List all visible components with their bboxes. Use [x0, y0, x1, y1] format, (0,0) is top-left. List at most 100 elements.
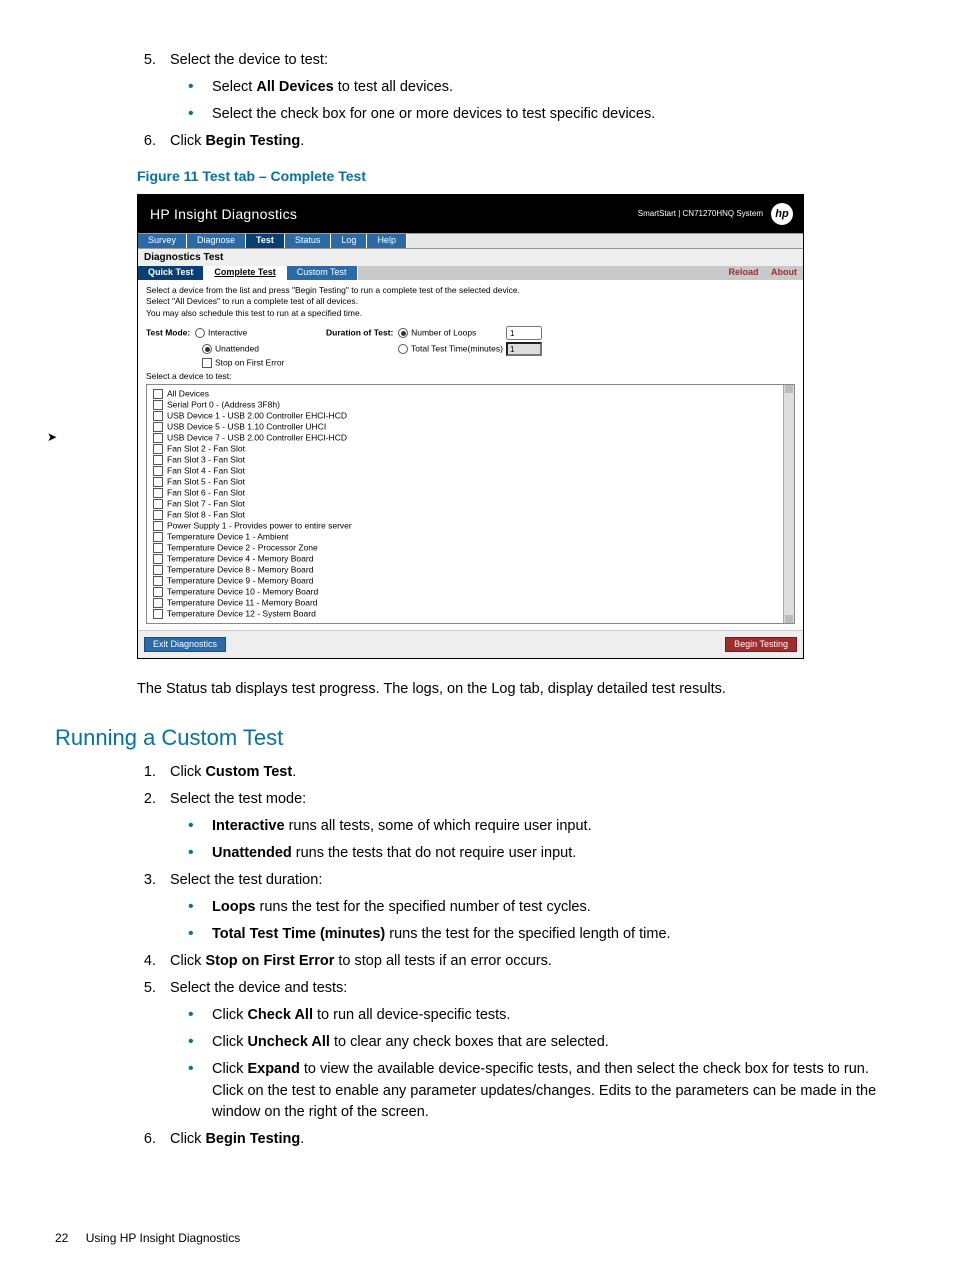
chk-stop[interactable]: [202, 358, 212, 368]
device-row[interactable]: Fan Slot 7 - Fan Slot: [153, 499, 791, 509]
device-checkbox[interactable]: [153, 532, 163, 542]
t: Unattended: [215, 343, 259, 353]
device-row[interactable]: Temperature Device 12 - System Board: [153, 609, 791, 619]
tab-survey[interactable]: Survey: [138, 234, 187, 248]
t: runs the test for the specified number o…: [256, 899, 591, 915]
c5-b2: Click Uncheck All to clear any check box…: [212, 1032, 899, 1053]
device-checkbox[interactable]: [153, 609, 163, 619]
radio-loops[interactable]: [398, 328, 408, 338]
t: Click: [170, 133, 205, 149]
device-checkbox[interactable]: [153, 521, 163, 531]
device-checkbox[interactable]: [153, 455, 163, 465]
after-figure-text: The Status tab displays test progress. T…: [137, 679, 899, 700]
t: Number of Loops: [411, 327, 476, 337]
t: Select: [212, 79, 256, 95]
figure-caption: Figure 11 Test tab – Complete Test: [137, 166, 899, 186]
device-row[interactable]: Fan Slot 5 - Fan Slot: [153, 477, 791, 487]
c-step-4: Click Stop on First Error to stop all te…: [160, 951, 899, 972]
hp-logo-icon: hp: [771, 203, 793, 225]
tab-help[interactable]: Help: [367, 234, 407, 248]
subtab-complete[interactable]: Complete Test: [204, 266, 286, 280]
tab-log[interactable]: Log: [331, 234, 367, 248]
screenshot: HP Insight Diagnostics SmartStart | CN71…: [137, 194, 804, 659]
radio-ttt[interactable]: [398, 344, 408, 354]
t: Select the test duration:: [170, 872, 322, 888]
device-checkbox[interactable]: [153, 510, 163, 520]
device-list: All DevicesSerial Port 0 - (Address 3F8h…: [146, 384, 795, 624]
desc-1: Select a device from the list and press …: [146, 286, 795, 295]
device-checkbox[interactable]: [153, 554, 163, 564]
device-checkbox[interactable]: [153, 598, 163, 608]
c3-b2: Total Test Time (minutes) runs the test …: [212, 924, 899, 945]
device-checkbox[interactable]: [153, 576, 163, 586]
device-row[interactable]: Temperature Device 1 - Ambient: [153, 532, 791, 542]
device-checkbox[interactable]: [153, 422, 163, 432]
device-checkbox[interactable]: [153, 565, 163, 575]
c2-b2: Unattended runs the tests that do not re…: [212, 843, 899, 864]
device-checkbox[interactable]: [153, 488, 163, 498]
shot-header: HP Insight Diagnostics SmartStart | CN71…: [138, 195, 803, 233]
device-checkbox[interactable]: [153, 411, 163, 421]
device-checkbox[interactable]: [153, 499, 163, 509]
device-row[interactable]: Fan Slot 8 - Fan Slot: [153, 510, 791, 520]
exit-button[interactable]: Exit Diagnostics: [144, 637, 226, 653]
device-row[interactable]: Serial Port 0 - (Address 3F8h): [153, 400, 791, 410]
c-step-1: Click Custom Test.: [160, 762, 899, 783]
bold: Loops: [212, 899, 256, 915]
device-row[interactable]: Temperature Device 4 - Memory Board: [153, 554, 791, 564]
link-about[interactable]: About: [771, 267, 797, 277]
device-checkbox[interactable]: [153, 543, 163, 553]
step-5: Select the device to test: Select All De…: [160, 50, 899, 125]
device-row[interactable]: Fan Slot 6 - Fan Slot: [153, 488, 791, 498]
device-row[interactable]: Fan Slot 3 - Fan Slot: [153, 455, 791, 465]
device-checkbox[interactable]: [153, 433, 163, 443]
tab-status[interactable]: Status: [285, 234, 332, 248]
device-row[interactable]: USB Device 5 - USB 1.10 Controller UHCI: [153, 422, 791, 432]
device-checkbox[interactable]: [153, 400, 163, 410]
bold: Expand: [247, 1061, 299, 1077]
device-row[interactable]: All Devices: [153, 389, 791, 399]
device-checkbox[interactable]: [153, 477, 163, 487]
bold: Uncheck All: [247, 1034, 329, 1050]
device-row[interactable]: USB Device 1 - USB 2.00 Controller EHCI-…: [153, 411, 791, 421]
link-reload[interactable]: Reload: [728, 267, 758, 277]
device-row[interactable]: Temperature Device 11 - Memory Board: [153, 598, 791, 608]
button-bar: Exit Diagnostics Begin Testing: [138, 630, 803, 659]
device-row[interactable]: USB Device 7 - USB 2.00 Controller EHCI-…: [153, 433, 791, 443]
footer-title: Using HP Insight Diagnostics: [86, 1231, 241, 1245]
ttt-input[interactable]: [506, 342, 542, 356]
begin-testing-button[interactable]: Begin Testing: [725, 637, 797, 653]
device-checkbox[interactable]: [153, 444, 163, 454]
t: Select the device and tests:: [170, 980, 347, 996]
scrollbar[interactable]: [783, 385, 794, 623]
t: to test all devices.: [334, 79, 453, 95]
subtab-custom[interactable]: Custom Test: [287, 266, 358, 280]
loops-input[interactable]: [506, 326, 542, 340]
subtab-quick[interactable]: Quick Test: [138, 266, 204, 280]
device-row[interactable]: Temperature Device 8 - Memory Board: [153, 565, 791, 575]
subtab-bar: Quick Test Complete Test Custom Test Rel…: [138, 266, 803, 280]
t: to run all device-specific tests.: [313, 1007, 510, 1023]
device-row[interactable]: Temperature Device 2 - Processor Zone: [153, 543, 791, 553]
main-tabs: Survey Diagnose Test Status Log Help: [138, 233, 803, 249]
device-checkbox[interactable]: [153, 389, 163, 399]
desc-3: You may also schedule this test to run a…: [146, 309, 795, 318]
device-row[interactable]: Fan Slot 2 - Fan Slot: [153, 444, 791, 454]
t: Click: [212, 1007, 247, 1023]
t: Click: [212, 1034, 247, 1050]
tab-test[interactable]: Test: [246, 234, 285, 248]
device-row[interactable]: Temperature Device 10 - Memory Board: [153, 587, 791, 597]
device-row[interactable]: Fan Slot 4 - Fan Slot: [153, 466, 791, 476]
device-checkbox[interactable]: [153, 466, 163, 476]
tab-diagnose[interactable]: Diagnose: [187, 234, 246, 248]
device-row[interactable]: Temperature Device 9 - Memory Board: [153, 576, 791, 586]
t: Select the test mode:: [170, 791, 306, 807]
device-checkbox[interactable]: [153, 587, 163, 597]
radio-unattended[interactable]: [202, 344, 212, 354]
desc-2: Select "All Devices" to run a complete t…: [146, 297, 795, 306]
c2-b1: Interactive runs all tests, some of whic…: [212, 816, 899, 837]
device-row[interactable]: Power Supply 1 - Provides power to entir…: [153, 521, 791, 531]
panel-subtitle: Diagnostics Test: [138, 249, 803, 266]
bold: Stop on First Error: [205, 953, 334, 969]
radio-interactive[interactable]: [195, 328, 205, 338]
